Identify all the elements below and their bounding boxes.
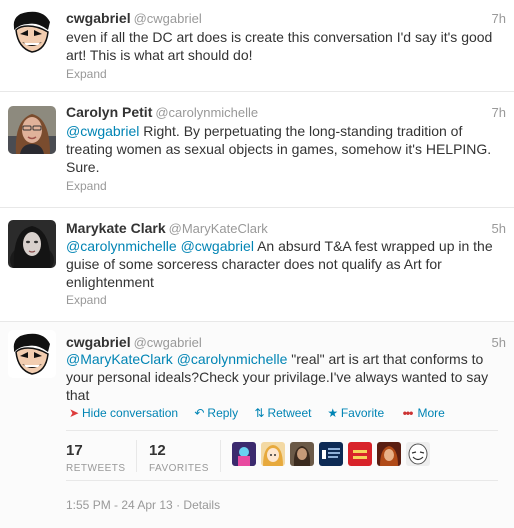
tweet-actions: ➤ Hide conversation ↶ Reply ⇅ Retweet ★ Favo… — [68, 406, 457, 422]
tweet-time[interactable]: 5h — [492, 221, 506, 236]
retweets-stat[interactable]: 17 RETWEETS — [66, 442, 126, 474]
tweet-time[interactable]: 7h — [492, 11, 506, 26]
star-icon: ★ — [327, 406, 339, 420]
expand-link[interactable]: Expand — [66, 293, 107, 307]
retweets-count: 17 — [66, 442, 83, 459]
divider — [66, 430, 498, 431]
chat-bubble-icon: ➤ — [68, 406, 80, 420]
tweet-text: even if all the DC art does is create th… — [66, 28, 498, 64]
more-label: More — [417, 406, 445, 420]
favorite-label: Favorite — [340, 406, 385, 420]
favorite-button[interactable]: ★ Favorite — [327, 406, 384, 420]
expand-link[interactable]: Expand — [66, 179, 107, 193]
more-button[interactable]: ••• More — [400, 406, 445, 420]
favorites-stat[interactable]: 12 FAVORITES — [149, 442, 209, 474]
favorites-count: 12 — [149, 442, 166, 459]
tweet-item[interactable]: cwgabriel @cwgabriel 7h even if all the D… — [0, 0, 514, 92]
mention-link[interactable]: @carolynmichelle — [177, 351, 288, 367]
tweet-fullname[interactable]: Marykate Clark — [66, 220, 166, 236]
reply-label: Reply — [207, 406, 239, 420]
mention-link[interactable]: @MaryKateClark — [66, 351, 173, 367]
reply-button[interactable]: ↶ Reply — [193, 406, 238, 420]
avatar[interactable] — [8, 8, 56, 56]
tweet-fullname[interactable]: cwgabriel — [66, 10, 131, 26]
tweet-header: Carolyn Petit @carolynmichelle — [66, 104, 486, 122]
retweet-label: Retweet — [267, 406, 312, 420]
mention-link[interactable]: @cwgabriel — [181, 238, 254, 254]
divider — [66, 480, 498, 481]
divider — [136, 440, 137, 472]
tweet-item[interactable]: Carolyn Petit @carolynmichelle 7h @cwgabr… — [0, 92, 514, 208]
mention-link[interactable]: @carolynmichelle — [66, 238, 177, 254]
tweet-time[interactable]: 7h — [492, 105, 506, 120]
avatar[interactable] — [8, 330, 56, 378]
footer-separator: · — [176, 498, 181, 512]
expand-link[interactable]: Expand — [66, 67, 107, 81]
favoriter-avatar[interactable] — [261, 442, 285, 466]
hide-conversation-label: Hide conversation — [82, 406, 179, 420]
hide-conversation-button[interactable]: ➤ Hide conversation — [68, 406, 178, 420]
favoriter-avatar[interactable] — [406, 442, 430, 466]
tweet-timestamp[interactable]: 1:55 PM - 24 Apr 13 — [66, 498, 173, 512]
tweet-item-expanded[interactable]: cwgabriel @cwgabriel 5h @MaryKateClark @c… — [0, 322, 514, 528]
tweet-fullname[interactable]: Carolyn Petit — [66, 104, 152, 120]
tweet-username[interactable]: @cwgabriel — [134, 335, 202, 350]
tweet-username[interactable]: @cwgabriel — [134, 11, 202, 26]
tweet-text: @MaryKateClark @carolynmichelle "real" a… — [66, 350, 498, 404]
favoriter-avatar[interactable] — [290, 442, 314, 466]
details-link[interactable]: Details — [183, 498, 220, 512]
tweet-item[interactable]: Marykate Clark @MaryKateClark 5h @carolyn… — [0, 208, 514, 322]
favorites-label: FAVORITES — [149, 463, 209, 474]
mention-link[interactable]: @cwgabriel — [66, 123, 139, 139]
avatar[interactable] — [8, 106, 56, 154]
retweet-icon: ⇅ — [254, 406, 265, 420]
tweet-header: cwgabriel @cwgabriel — [66, 10, 506, 28]
tweet-time[interactable]: 5h — [492, 335, 506, 350]
retweet-button[interactable]: ⇅ Retweet — [253, 406, 311, 420]
reply-arrow-icon: ↶ — [194, 406, 205, 420]
tweet-text: @cwgabriel Right. By perpetuating the lo… — [66, 122, 498, 176]
favoriter-avatar[interactable] — [232, 442, 256, 466]
tweet-footer: 1:55 PM - 24 Apr 13 · Details — [66, 498, 220, 512]
divider — [220, 440, 221, 472]
ellipsis-icon: ••• — [402, 406, 414, 420]
tweet-fullname[interactable]: cwgabriel — [66, 334, 131, 350]
favoriter-avatar[interactable] — [377, 442, 401, 466]
avatar[interactable] — [8, 220, 56, 268]
tweet-username[interactable]: @MaryKateClark — [169, 221, 268, 236]
favoriter-avatar[interactable] — [348, 442, 372, 466]
tweet-text: @carolynmichelle @cwgabriel An absurd T&… — [66, 237, 498, 291]
retweets-label: RETWEETS — [66, 463, 126, 474]
tweet-username[interactable]: @carolynmichelle — [155, 105, 258, 120]
favoriter-avatar[interactable] — [319, 442, 343, 466]
tweet-body: even if all the DC art does is create th… — [66, 29, 493, 63]
tweet-header: Marykate Clark @MaryKateClark — [66, 220, 486, 238]
